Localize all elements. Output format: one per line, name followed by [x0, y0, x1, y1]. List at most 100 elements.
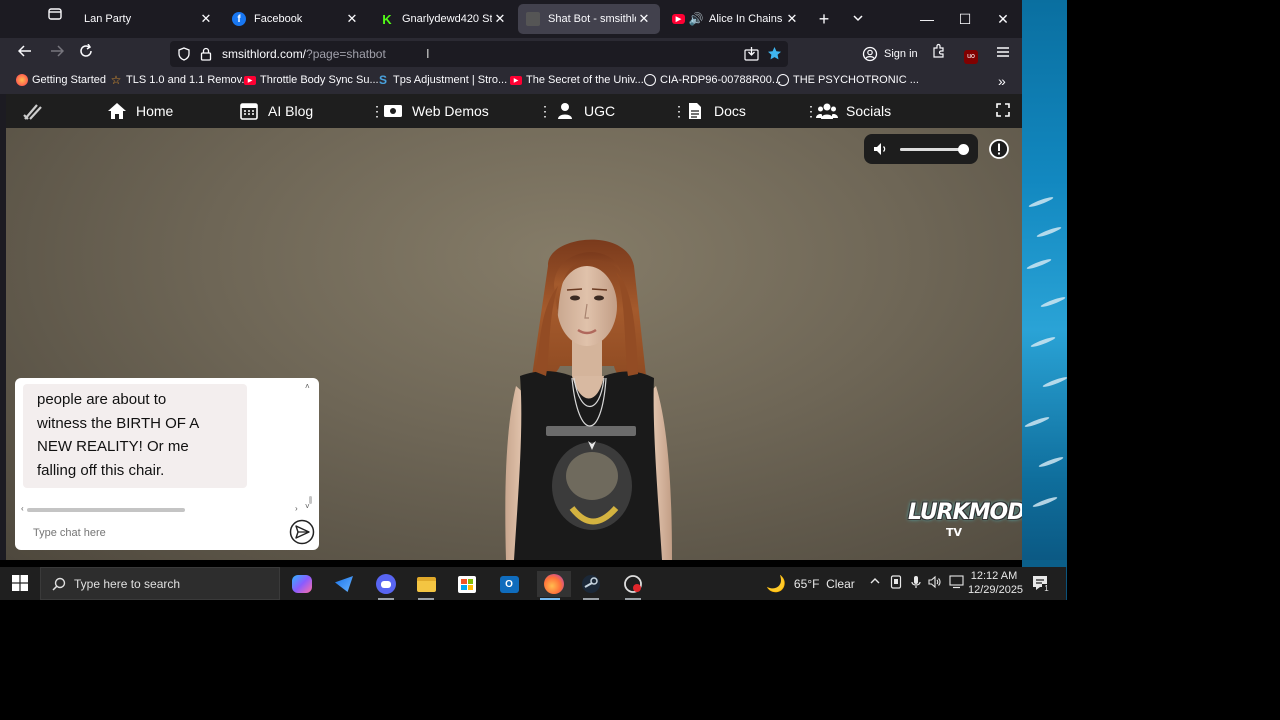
bookmark-label: Throttle Body Sync Su...	[260, 74, 379, 86]
tab-alice-in-chains[interactable]: ▶ 🔊 Alice In Chains - D ✕	[664, 4, 808, 34]
start-button[interactable]	[12, 575, 28, 591]
bookmark-star-icon[interactable]	[767, 46, 782, 61]
site-logo-icon[interactable]	[22, 100, 44, 122]
tab-facebook[interactable]: f Facebook ✕	[224, 4, 368, 34]
taskbar-app-record[interactable]	[620, 571, 646, 600]
kick-icon: K	[382, 11, 392, 27]
volume-slider-handle[interactable]	[957, 144, 969, 155]
chevron-right-icon[interactable]: ›	[295, 504, 298, 513]
app-icon	[335, 576, 353, 592]
search-icon	[52, 577, 66, 591]
nav-ugc[interactable]: UGC	[554, 101, 615, 121]
sign-in-button[interactable]: Sign in	[862, 42, 918, 66]
close-icon[interactable]: ✕	[784, 11, 800, 27]
more-bookmarks-button[interactable]: »	[998, 73, 1006, 89]
taskbar-firefox[interactable]	[537, 571, 571, 600]
send-button[interactable]	[289, 519, 315, 545]
container-icon	[48, 8, 62, 20]
sign-in-label: Sign in	[884, 48, 918, 60]
weather-widget[interactable]: 🌙 65°F Clear	[766, 574, 855, 594]
notification-center-button[interactable]: 1	[1031, 574, 1051, 594]
address-bar[interactable]: smsithlord.com/?page=shatbot I	[170, 41, 788, 67]
tray-network[interactable]	[949, 575, 964, 592]
forward-button[interactable]	[44, 42, 70, 66]
maximize-button[interactable]: ☐	[953, 8, 977, 30]
show-hidden-icons-button[interactable]	[869, 575, 881, 590]
fullscreen-button[interactable]	[996, 103, 1012, 119]
tab-overview-button[interactable]	[42, 6, 68, 30]
volume-slider[interactable]	[900, 144, 969, 155]
chevron-down-icon[interactable]: ˅	[305, 502, 310, 511]
lock-icon[interactable]	[200, 47, 212, 61]
nav-docs[interactable]: Docs	[684, 101, 746, 121]
bookmark-throttle-body[interactable]: ▶ Throttle Body Sync Su...	[244, 74, 379, 86]
close-window-button[interactable]: ✕	[991, 8, 1015, 30]
tray-volume[interactable]	[928, 575, 942, 592]
nav-socials[interactable]: Socials	[816, 101, 891, 121]
taskbar-store[interactable]	[454, 571, 480, 597]
shield-icon[interactable]	[177, 47, 191, 61]
nav-home[interactable]: Home	[106, 101, 173, 121]
close-icon[interactable]: ✕	[492, 11, 508, 27]
taskbar-file-explorer[interactable]	[413, 571, 439, 600]
ublock-icon: uo	[964, 50, 978, 64]
reload-button[interactable]	[73, 42, 99, 66]
chat-horizontal-scrollbar[interactable]: ‹ ›	[21, 504, 305, 514]
youtube-icon: ▶	[510, 75, 522, 85]
speaker-icon[interactable]: 🔊	[689, 12, 704, 26]
url-text[interactable]: smsithlord.com/?page=shatbot	[222, 47, 386, 61]
taskbar-steam[interactable]	[578, 571, 604, 600]
device-icon	[890, 575, 902, 589]
nav-ai-blog[interactable]: AI Blog	[238, 101, 313, 121]
list-all-tabs-button[interactable]	[846, 8, 870, 30]
clock[interactable]: 12:12 AM 12/29/2025	[968, 569, 1023, 597]
chat-message-line: falling off this chair.	[37, 461, 165, 479]
chat-input[interactable]	[29, 522, 283, 544]
speaker-icon	[928, 575, 941, 589]
taskbar-app-blue[interactable]	[331, 571, 357, 597]
app-menu-button[interactable]	[990, 42, 1016, 66]
bookmark-psychotronic[interactable]: THE PSYCHOTRONIC ...	[777, 74, 919, 86]
bookmark-secret-universe[interactable]: ▶ The Secret of the Univ...	[510, 74, 644, 86]
close-icon[interactable]: ✕	[636, 11, 652, 27]
close-icon[interactable]: ✕	[198, 11, 214, 27]
tab-label: Lan Party	[84, 13, 132, 25]
close-icon[interactable]: ✕	[344, 11, 360, 27]
chat-vertical-scrollbar[interactable]: ˄ ˅	[305, 382, 315, 511]
new-tab-button[interactable]: +	[812, 8, 836, 30]
info-button[interactable]	[988, 138, 1010, 160]
taskbar-discord[interactable]	[373, 571, 399, 600]
bookmark-cia-rdp[interactable]: CIA-RDP96-00788R00...	[644, 74, 781, 86]
account-icon	[862, 46, 878, 62]
volume-button[interactable]	[873, 142, 889, 156]
volume-slider-fill	[900, 148, 963, 151]
taskbar-outlook[interactable]: O	[496, 571, 522, 597]
users-icon	[816, 101, 838, 121]
scrollbar-thumb[interactable]	[27, 508, 185, 512]
chat-panel: people are about to witness the BIRTH OF…	[15, 378, 319, 550]
nav-web-demos[interactable]: Web Demos	[382, 101, 489, 121]
logo-subtext: TV	[946, 526, 963, 539]
tray-microphone[interactable]	[910, 575, 922, 592]
globe-icon	[777, 74, 789, 86]
bookmark-tls[interactable]: ☆ TLS 1.0 and 1.1 Remov...	[110, 73, 251, 87]
tab-gnarlydewd[interactable]: K Gnarlydewd420 Strean ✕	[372, 4, 516, 34]
ublock-button[interactable]: uo	[958, 42, 984, 66]
tab-lan-party[interactable]: Lan Party ✕	[76, 4, 222, 34]
bookmark-label: Tps Adjustment | Stro...	[393, 74, 508, 86]
bookmark-tps[interactable]: S Tps Adjustment | Stro...	[377, 73, 508, 87]
chevron-left-icon[interactable]: ‹	[21, 504, 24, 513]
taskbar-copilot[interactable]	[289, 571, 315, 597]
tray-device-icon[interactable]	[890, 575, 902, 592]
bookmark-getting-started[interactable]: Getting Started	[16, 74, 106, 86]
tab-shat-bot[interactable]: Shat Bot - smsithlord.c ✕	[518, 4, 660, 34]
exclamation-circle-icon	[989, 139, 1009, 159]
bookmark-label: The Secret of the Univ...	[526, 74, 644, 86]
chevron-up-icon[interactable]: ˄	[305, 382, 310, 391]
extensions-button[interactable]	[926, 42, 952, 66]
minimize-button[interactable]: —	[915, 8, 939, 30]
taskbar-search[interactable]: Type here to search	[40, 567, 280, 600]
search-placeholder: Type here to search	[74, 577, 181, 591]
download-icon[interactable]	[744, 47, 759, 61]
back-button[interactable]	[12, 42, 38, 66]
